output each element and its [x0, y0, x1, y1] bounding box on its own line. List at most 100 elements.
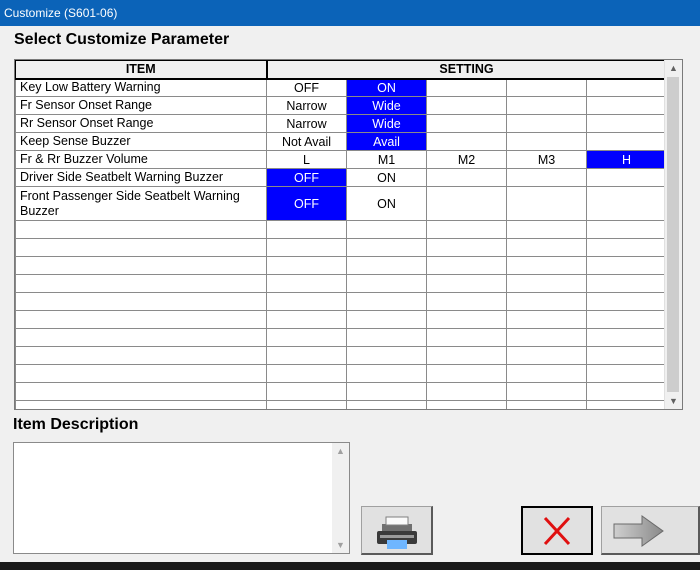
print-button[interactable]: [361, 506, 433, 555]
table-row[interactable]: Front Passenger Side Seatbelt Warning Bu…: [15, 186, 667, 221]
setting-option-cell: [506, 382, 587, 401]
setting-option-cell: [266, 274, 347, 293]
item-name-cell[interactable]: Fr Sensor Onset Range: [15, 96, 267, 115]
item-name-cell: [15, 400, 267, 409]
setting-option-cell: [266, 256, 347, 275]
setting-option-cell: [586, 328, 667, 347]
setting-option-cell: [346, 364, 427, 383]
grid-vertical-scrollbar[interactable]: ▲ ▼: [664, 60, 682, 409]
table-row[interactable]: Keep Sense Buzzer Not Avail Avail: [15, 132, 667, 151]
setting-option-cell: [586, 78, 667, 97]
setting-option-cell: [506, 346, 587, 365]
setting-option-cell: [426, 346, 507, 365]
empty-table-row: [15, 310, 667, 329]
setting-option-cell[interactable]: ON: [346, 186, 427, 221]
setting-option-cell[interactable]: ON: [346, 168, 427, 187]
right-arrow-icon: [613, 515, 664, 547]
item-column-header: ITEM: [15, 60, 268, 80]
setting-option-cell[interactable]: M2: [426, 150, 507, 169]
setting-option-cell: [266, 238, 347, 257]
setting-option-cell: [586, 346, 667, 365]
description-vertical-scrollbar[interactable]: ▲ ▼: [332, 443, 349, 553]
setting-option-cell: [586, 132, 667, 151]
setting-option-cell: [586, 310, 667, 329]
setting-option-cell[interactable]: ON: [346, 78, 427, 97]
setting-option-cell[interactable]: OFF: [266, 78, 347, 97]
setting-option-cell: [266, 328, 347, 347]
item-name-cell[interactable]: Fr & Rr Buzzer Volume: [15, 150, 267, 169]
setting-option-cell: [506, 78, 587, 97]
setting-option-cell: [586, 220, 667, 239]
setting-option-cell: [426, 292, 507, 311]
empty-table-row: [15, 238, 667, 257]
setting-option-cell[interactable]: Narrow: [266, 114, 347, 133]
table-row[interactable]: Fr & Rr Buzzer Volume L M1 M2 M3 H: [15, 150, 667, 169]
scrollbar-thumb[interactable]: [667, 77, 679, 392]
cancel-button[interactable]: [521, 506, 593, 555]
setting-option-cell: [426, 310, 507, 329]
setting-option-cell: [346, 292, 427, 311]
window-title-bar: Customize (S601-06): [0, 0, 700, 26]
next-button[interactable]: [601, 506, 700, 555]
setting-option-cell: [586, 292, 667, 311]
setting-option-cell: [506, 186, 587, 221]
setting-option-cell: [346, 256, 427, 275]
setting-option-cell: [346, 328, 427, 347]
scroll-down-arrow-icon[interactable]: ▼: [332, 537, 349, 553]
select-parameter-heading: Select Customize Parameter: [14, 31, 230, 48]
item-name-cell: [15, 364, 267, 383]
setting-option-cell[interactable]: OFF: [266, 186, 347, 221]
item-name-cell[interactable]: Driver Side Seatbelt Warning Buzzer: [15, 168, 267, 187]
setting-option-cell: [586, 238, 667, 257]
setting-option-cell: [346, 382, 427, 401]
item-name-cell[interactable]: Rr Sensor Onset Range: [15, 114, 267, 133]
empty-table-row: [15, 328, 667, 347]
setting-option-cell: [586, 96, 667, 115]
scroll-down-arrow-icon[interactable]: ▼: [665, 393, 682, 409]
setting-option-cell: [506, 310, 587, 329]
setting-option-cell[interactable]: L: [266, 150, 347, 169]
setting-option-cell: [266, 310, 347, 329]
setting-option-cell[interactable]: Avail: [346, 132, 427, 151]
setting-option-cell: [506, 220, 587, 239]
setting-option-cell: [506, 274, 587, 293]
item-description-box[interactable]: ▲ ▼: [13, 442, 350, 554]
empty-table-row: [15, 382, 667, 401]
setting-option-cell: [586, 364, 667, 383]
table-row[interactable]: Fr Sensor Onset Range Narrow Wide: [15, 96, 667, 115]
item-name-cell[interactable]: Keep Sense Buzzer: [15, 132, 267, 151]
item-name-cell: [15, 310, 267, 329]
setting-option-cell: [426, 256, 507, 275]
setting-option-cell: [426, 132, 507, 151]
taskbar-strip: [0, 562, 700, 570]
setting-option-cell[interactable]: M3: [506, 150, 587, 169]
table-row[interactable]: Driver Side Seatbelt Warning Buzzer OFF ON: [15, 168, 667, 187]
setting-option-cell[interactable]: Not Avail: [266, 132, 347, 151]
item-name-cell[interactable]: Key Low Battery Warning: [15, 78, 267, 97]
setting-option-cell: [586, 400, 667, 409]
setting-column-header: SETTING: [266, 60, 668, 80]
table-row[interactable]: Rr Sensor Onset Range Narrow Wide: [15, 114, 667, 133]
setting-option-cell: [266, 382, 347, 401]
setting-option-cell: [426, 186, 507, 221]
setting-option-cell: [506, 400, 587, 409]
setting-option-cell: [346, 220, 427, 239]
setting-option-cell[interactable]: H: [586, 150, 667, 169]
scroll-up-arrow-icon[interactable]: ▲: [665, 60, 682, 76]
parameter-grid: ITEM SETTING Key Low Battery Warning OFF O…: [14, 59, 683, 410]
setting-option-cell: [426, 78, 507, 97]
scroll-up-arrow-icon[interactable]: ▲: [332, 443, 349, 459]
setting-option-cell[interactable]: OFF: [266, 168, 347, 187]
setting-option-cell[interactable]: M1: [346, 150, 427, 169]
setting-option-cell: [266, 220, 347, 239]
setting-option-cell[interactable]: Wide: [346, 96, 427, 115]
setting-option-cell: [506, 114, 587, 133]
item-name-cell: [15, 346, 267, 365]
item-name-cell: [15, 256, 267, 275]
item-name-cell: [15, 382, 267, 401]
setting-option-cell[interactable]: Narrow: [266, 96, 347, 115]
empty-table-row: [15, 274, 667, 293]
setting-option-cell[interactable]: Wide: [346, 114, 427, 133]
table-row[interactable]: Key Low Battery Warning OFF ON: [15, 78, 667, 97]
item-name-cell[interactable]: Front Passenger Side Seatbelt Warning Bu…: [15, 186, 267, 221]
